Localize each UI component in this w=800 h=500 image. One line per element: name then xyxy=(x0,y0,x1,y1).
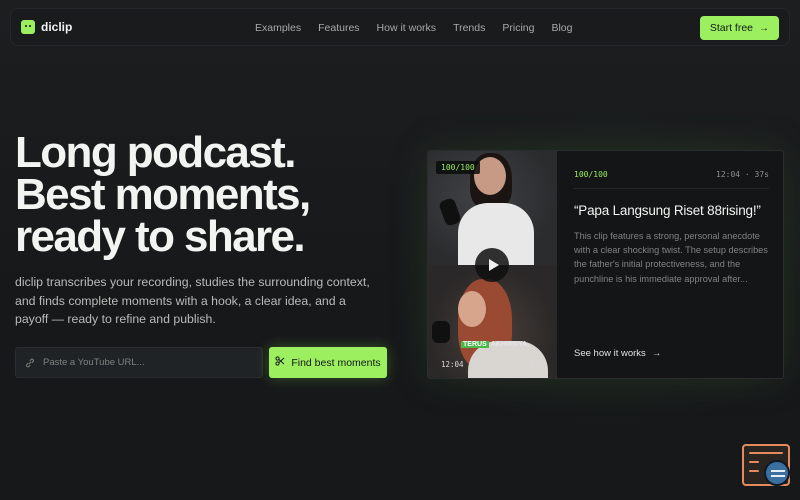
find-best-moments-label: Find best moments xyxy=(291,356,381,369)
headline-line-3: ready to share. xyxy=(15,212,306,261)
clip-thumbnail[interactable]: 100/100 TERUS AKHIRNYA, 12:04 37s xyxy=(428,151,557,379)
nav-links: Examples Features How it works Trends Pr… xyxy=(255,22,572,34)
clip-score: 100/100 xyxy=(574,170,608,179)
nav-link-how-it-works[interactable]: How it works xyxy=(377,22,437,34)
thumb-timestamp: 12:04 xyxy=(441,360,464,369)
widget-line xyxy=(749,461,759,463)
widget-glyph-line xyxy=(771,470,785,472)
widget-line xyxy=(749,452,783,454)
youtube-url-input[interactable] xyxy=(43,357,243,368)
start-free-label: Start free xyxy=(709,22,753,34)
caption-highlight-word: TERUS xyxy=(461,341,489,348)
widget-line xyxy=(749,470,759,472)
see-how-it-works-link[interactable]: See how it works → xyxy=(574,348,661,359)
clip-details: 100/100 12:04 · 37s “Papa Langsung Riset… xyxy=(574,151,769,378)
nav-link-examples[interactable]: Examples xyxy=(255,22,301,34)
brand-logo[interactable]: diclip xyxy=(21,20,72,34)
thumb-duration: 37s xyxy=(530,360,544,369)
speaker-2-face xyxy=(458,291,486,327)
subtitle-caption: TERUS AKHIRNYA, xyxy=(461,341,529,348)
nav-link-blog[interactable]: Blog xyxy=(551,22,572,34)
play-button[interactable] xyxy=(475,248,509,282)
arrow-right-icon: → xyxy=(759,22,769,34)
play-icon xyxy=(488,259,499,271)
widget-glyph-line xyxy=(771,475,785,477)
clip-description: This clip features a strong, personal an… xyxy=(574,231,768,284)
nav-link-trends[interactable]: Trends xyxy=(453,22,485,34)
brand-name: diclip xyxy=(41,20,73,34)
nav-link-pricing[interactable]: Pricing xyxy=(502,22,534,34)
headline-line-1: Long podcast. xyxy=(15,128,296,177)
hero-headline: Long podcast. Best moments, ready to sha… xyxy=(15,128,395,261)
start-free-button[interactable]: Start free → xyxy=(699,16,779,40)
logo-icon xyxy=(21,20,35,34)
nav-link-features[interactable]: Features xyxy=(318,22,359,34)
thumb-score-badge: 100/100 xyxy=(436,161,480,174)
divider xyxy=(574,188,769,189)
clip-title: “Papa Langsung Riset 88rising!” xyxy=(574,203,761,218)
headline-line-2: Best moments, xyxy=(15,170,311,219)
search-icon xyxy=(764,460,790,486)
progress-track xyxy=(428,378,557,379)
microphone-icon xyxy=(432,321,450,343)
floating-helper-widget[interactable] xyxy=(742,444,790,486)
url-input-wrapper[interactable] xyxy=(15,347,263,378)
find-best-moments-button[interactable]: Find best moments xyxy=(269,347,387,378)
link-icon xyxy=(25,358,35,368)
clip-meta: 12:04 · 37s xyxy=(716,170,769,179)
see-how-label: See how it works xyxy=(574,348,646,359)
scissors-icon xyxy=(275,356,285,369)
arrow-right-icon: → xyxy=(651,348,662,359)
hero-subtitle: diclip transcribes your recording, studi… xyxy=(15,275,370,326)
caption-rest: AKHIRNYA, xyxy=(490,341,529,348)
top-nav: diclip Examples Features How it works Tr… xyxy=(10,8,790,46)
clip-preview-card[interactable]: 100/100 TERUS AKHIRNYA, 12:04 37s 100/10… xyxy=(427,150,784,379)
